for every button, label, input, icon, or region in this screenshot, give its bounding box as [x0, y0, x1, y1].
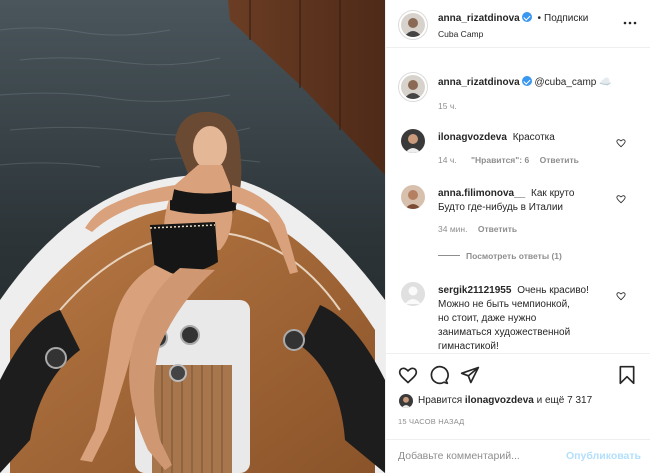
post-sidebar: anna_rizatdinova • Подписки Cuba Camp ann… — [385, 0, 650, 473]
avatar[interactable] — [401, 13, 425, 37]
comment-avatar[interactable] — [401, 282, 425, 306]
header-separator: • — [537, 13, 541, 24]
comment-likes[interactable]: "Нравится": 6 — [471, 155, 529, 165]
publish-button[interactable]: Опубликовать — [566, 450, 641, 462]
reply-button[interactable]: Ответить — [478, 224, 517, 234]
share-icon[interactable] — [460, 365, 480, 385]
verified-icon — [521, 76, 532, 86]
heart-icon[interactable] — [398, 365, 418, 385]
caption-username[interactable]: anna_rizatdinova — [438, 77, 520, 88]
caption-time: 15 ч. — [438, 101, 457, 111]
likes-prefix: Нравится — [418, 395, 463, 406]
heart-icon[interactable] — [616, 291, 626, 301]
bookmark-icon[interactable] — [618, 365, 636, 385]
location-link[interactable]: Cuba Camp — [438, 29, 483, 39]
view-replies-label: Посмотреть ответы (1) — [466, 251, 562, 261]
comment-time: 34 мин. — [438, 224, 468, 234]
reply-button[interactable]: Ответить — [540, 155, 579, 165]
post-timestamp[interactable]: 15 ЧАСОВ НАЗАД — [398, 417, 464, 426]
comment-avatar[interactable] — [401, 185, 425, 209]
comment: anna.filimonova__ Как круто — [438, 187, 618, 201]
follow-button[interactable]: Подписки — [544, 13, 588, 24]
comment-meta: 14 ч. "Нравится": 6 Ответить — [438, 155, 579, 165]
caption-text: @cuba_camp ☁️ — [534, 77, 612, 88]
comment-text-line: но стоит, даже нужно — [438, 313, 537, 324]
post-header: anna_rizatdinova • Подписки Cuba Camp — [386, 0, 650, 48]
comment-text: Красотка — [512, 132, 555, 143]
comment: ilonagvozdeva Красотка — [438, 131, 618, 145]
header-line: anna_rizatdinova • Подписки — [438, 12, 588, 24]
heart-icon[interactable] — [616, 138, 626, 148]
comment-text-line: Можно не быть чемпионкой, — [438, 299, 570, 310]
comment-input[interactable] — [398, 450, 558, 462]
verified-icon — [521, 12, 532, 22]
add-comment-bar: Опубликовать — [386, 439, 650, 473]
view-replies-button[interactable]: Посмотреть ответы (1) — [438, 251, 562, 261]
caption-avatar[interactable] — [401, 75, 425, 99]
caption: anna_rizatdinova @cuba_camp ☁️ — [438, 76, 638, 90]
post-image — [0, 0, 385, 473]
header-username[interactable]: anna_rizatdinova — [438, 13, 520, 24]
liker-avatar[interactable] — [399, 394, 413, 408]
likes-summary: Нравится ilonagvozdeva и ещё 7 317 — [418, 395, 592, 406]
replies-divider — [438, 255, 460, 256]
comment-text: Очень красиво! — [517, 285, 589, 296]
comment-text-line: заниматься художественной — [438, 327, 571, 338]
comment-meta: 34 мин. Ответить — [438, 224, 517, 234]
comment-avatar[interactable] — [401, 129, 425, 153]
likes-suffix[interactable]: и ещё 7 317 — [537, 395, 593, 406]
comments-list: anna_rizatdinova @cuba_camp ☁️ 15 ч. ilo… — [386, 48, 650, 354]
comment-icon[interactable] — [429, 365, 449, 385]
likes-user[interactable]: ilonagvozdeva — [465, 395, 534, 406]
comment-username[interactable]: anna.filimonova__ — [438, 188, 525, 199]
comment-text-line: Будто где-нибудь в Италии — [438, 202, 563, 213]
comment-username[interactable]: sergik21121955 — [438, 285, 511, 296]
comment: sergik21121955 Очень красиво! — [438, 284, 618, 298]
instagram-post: anna_rizatdinova • Подписки Cuba Camp ann… — [0, 0, 650, 473]
comment-text-line: гимнастикой! — [438, 341, 499, 352]
comment-text: Как круто — [531, 188, 575, 199]
post-photo[interactable] — [0, 0, 385, 473]
comment-time: 14 ч. — [438, 155, 457, 165]
comment-username[interactable]: ilonagvozdeva — [438, 132, 507, 143]
more-horizontal-icon[interactable] — [622, 17, 638, 29]
heart-icon[interactable] — [616, 194, 626, 204]
